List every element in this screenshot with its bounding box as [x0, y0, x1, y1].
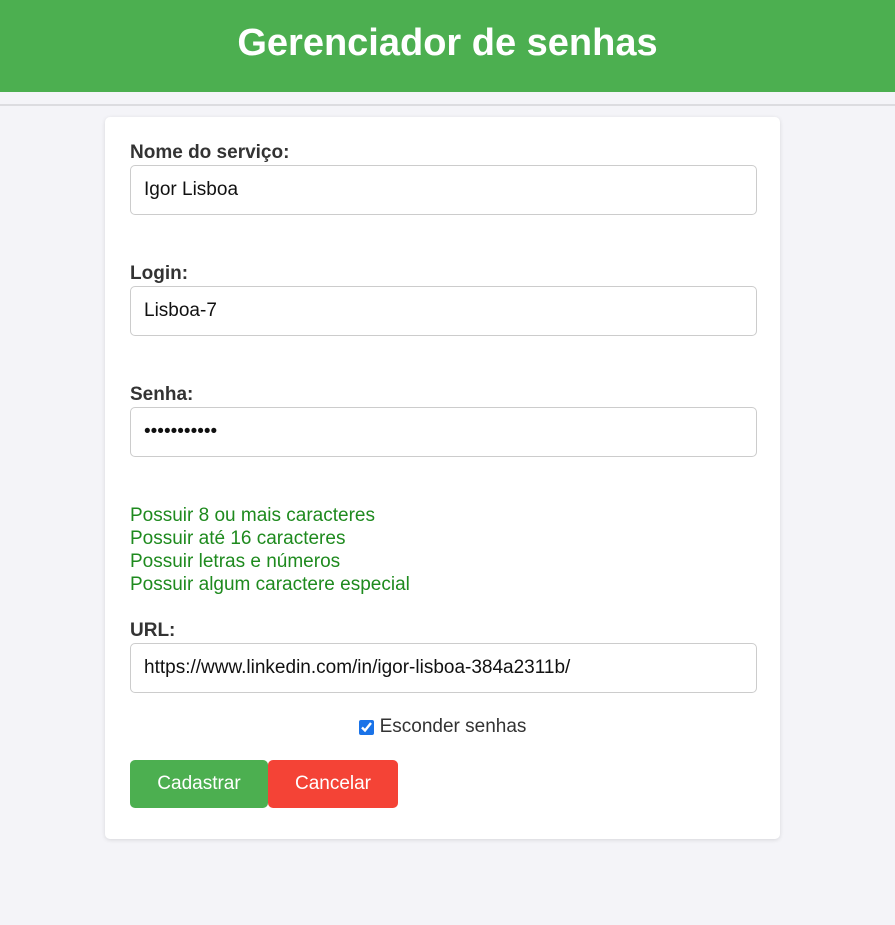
- register-button[interactable]: Cadastrar: [130, 760, 268, 808]
- password-rule-letters-numbers: Possuir letras e números: [130, 551, 341, 572]
- password-form: Nome do serviço: Login: Senha: Possuir 8…: [105, 117, 780, 839]
- url-label: URL:: [130, 620, 176, 641]
- url-input[interactable]: [130, 643, 757, 693]
- password-rule-special-char: Possuir algum caractere especial: [130, 574, 410, 595]
- login-label: Login:: [130, 263, 189, 284]
- page-title: Gerenciador de senhas: [237, 21, 658, 64]
- hide-passwords-checkbox[interactable]: [358, 719, 374, 735]
- hide-passwords-label[interactable]: Esconder senhas: [380, 716, 527, 738]
- app-header: Gerenciador de senhas: [0, 0, 895, 92]
- password-input[interactable]: [130, 407, 757, 457]
- service-name-label: Nome do serviço:: [130, 142, 290, 163]
- password-rules-list: Possuir 8 ou mais caracteres Possuir até…: [130, 504, 410, 596]
- cancel-button[interactable]: Cancelar: [268, 760, 398, 808]
- hide-passwords-row: Esconder senhas: [105, 716, 780, 738]
- login-input[interactable]: [130, 286, 757, 336]
- password-rule-min-length: Possuir 8 ou mais caracteres: [130, 505, 375, 526]
- service-name-input[interactable]: [130, 165, 757, 215]
- password-rule-max-length: Possuir até 16 caracteres: [130, 528, 346, 549]
- password-label: Senha:: [130, 384, 194, 405]
- header-divider: [0, 92, 895, 106]
